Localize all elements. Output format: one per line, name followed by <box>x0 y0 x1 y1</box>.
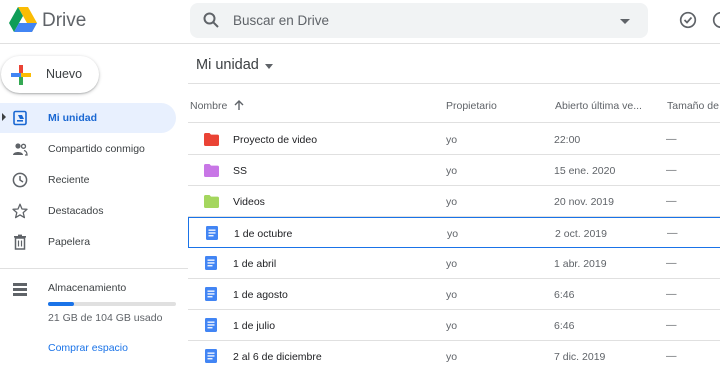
file-size: — <box>666 319 677 331</box>
file-size: — <box>667 227 678 239</box>
file-name[interactable]: 1 de agosto <box>233 289 288 301</box>
storage-icon <box>13 283 27 296</box>
storage-section: Almacenamiento 21 GB de 104 GB usado Com… <box>0 278 188 366</box>
drive-icon <box>13 110 27 126</box>
file-name[interactable]: Proyecto de video <box>233 134 317 146</box>
sidebar-item-reciente[interactable]: Reciente <box>0 165 176 195</box>
file-size: — <box>666 195 677 207</box>
document-icon <box>205 318 217 332</box>
file-name[interactable]: SS <box>233 165 247 177</box>
file-name[interactable]: 1 de octubre <box>234 228 292 240</box>
trash-icon <box>14 234 26 250</box>
file-owner: yo <box>446 258 458 270</box>
people-icon <box>13 143 28 156</box>
sidebar-item-mi-unidad[interactable]: Mi unidad <box>0 103 176 133</box>
file-last-opened: 6:46 <box>554 320 575 332</box>
file-last-opened: 1 abr. 2019 <box>554 258 607 270</box>
column-header-name[interactable]: Nombre <box>190 100 227 112</box>
file-size: — <box>666 288 677 300</box>
file-owner: yo <box>446 196 458 208</box>
column-header-size[interactable]: Tamaño de a <box>667 100 720 112</box>
document-icon <box>205 256 217 270</box>
folder-icon <box>204 164 219 177</box>
file-owner: yo <box>446 289 458 301</box>
sidebar-item-label: Mi unidad <box>48 112 97 124</box>
sidebar-item-label: Papelera <box>48 236 91 248</box>
table-row[interactable]: 1 de julio yo 6:46 — <box>188 310 720 341</box>
star-icon <box>12 203 28 219</box>
file-last-opened: 20 nov. 2019 <box>554 196 614 208</box>
file-owner: yo <box>446 320 458 332</box>
table-row[interactable]: SS yo 15 ene. 2020 — <box>188 155 720 186</box>
table-row[interactable]: Videos yo 20 nov. 2019 — <box>188 186 720 217</box>
search-options-chevron-icon[interactable] <box>620 19 630 24</box>
app-name[interactable]: Drive <box>42 10 86 32</box>
file-name[interactable]: 1 de abril <box>233 258 276 270</box>
file-size: — <box>666 350 677 362</box>
new-button-label: Nuevo <box>46 67 83 81</box>
drive-logo-icon[interactable] <box>8 6 38 34</box>
document-icon <box>206 226 218 240</box>
file-name[interactable]: Videos <box>233 196 265 208</box>
sidebar-item-label: Destacados <box>48 205 104 217</box>
storage-progress-bar <box>48 302 176 306</box>
new-button[interactable]: Nuevo <box>1 56 99 93</box>
storage-label[interactable]: Almacenamiento <box>48 282 126 294</box>
file-name[interactable]: 1 de julio <box>233 320 275 332</box>
column-header-owner[interactable]: Propietario <box>446 100 497 112</box>
sort-ascending-arrow-icon[interactable] <box>233 99 245 111</box>
main-divider <box>188 83 720 84</box>
file-last-opened: 2 oct. 2019 <box>555 228 607 240</box>
table-row[interactable]: 1 de agosto yo 6:46 — <box>188 279 720 310</box>
page-title[interactable]: Mi unidad <box>196 57 259 73</box>
file-owner: yo <box>447 228 459 240</box>
storage-progress-fill <box>48 302 74 306</box>
sidebar-item-papelera[interactable]: Papelera <box>0 227 176 257</box>
storage-used-text: 21 GB de 104 GB usado <box>48 312 163 324</box>
buy-storage-button[interactable]: Comprar espacio <box>40 337 136 359</box>
sidebar-item-destacados[interactable]: Destacados <box>0 196 176 226</box>
file-last-opened: 15 ene. 2020 <box>554 165 616 177</box>
sidebar-item-label: Compartido conmigo <box>48 143 145 155</box>
file-size: — <box>666 164 677 176</box>
sidebar-item-compartido-conmigo[interactable]: Compartido conmigo <box>0 134 176 164</box>
search-box[interactable]: Buscar en Drive <box>190 3 648 38</box>
file-last-opened: 6:46 <box>554 289 575 301</box>
file-size: — <box>666 257 677 269</box>
sidebar-divider <box>0 268 188 269</box>
search-input[interactable]: Buscar en Drive <box>233 13 329 28</box>
folder-icon <box>204 133 219 146</box>
clock-icon <box>12 172 28 188</box>
title-chevron-down-icon[interactable] <box>265 64 273 69</box>
table-row[interactable]: Proyecto de video yo 22:00 — <box>188 124 720 155</box>
search-icon[interactable] <box>202 11 220 29</box>
table-header-divider <box>188 122 720 123</box>
file-owner: yo <box>446 165 458 177</box>
file-last-opened: 7 dic. 2019 <box>554 351 606 363</box>
folder-icon <box>204 195 219 208</box>
table-row-selected[interactable]: 1 de octubre yo 2 oct. 2019 — <box>188 217 720 248</box>
help-icon[interactable] <box>712 11 720 29</box>
file-owner: yo <box>446 134 458 146</box>
file-owner: yo <box>446 351 458 363</box>
expand-arrow-icon[interactable] <box>2 113 6 121</box>
table-row[interactable]: 2 al 6 de diciembre yo 7 dic. 2019 — <box>188 341 720 366</box>
file-name[interactable]: 2 al 6 de diciembre <box>233 351 322 363</box>
document-icon <box>205 349 217 363</box>
file-last-opened: 22:00 <box>554 134 581 146</box>
plus-icon <box>11 65 31 85</box>
offline-check-icon[interactable] <box>679 11 697 29</box>
column-header-last-opened[interactable]: Abierto última ve... <box>555 100 642 112</box>
table-row[interactable]: 1 de abril yo 1 abr. 2019 — <box>188 248 720 279</box>
header: Drive Buscar en Drive <box>0 0 720 44</box>
document-icon <box>205 287 217 301</box>
file-size: — <box>666 133 677 145</box>
sidebar-item-label: Reciente <box>48 174 90 186</box>
